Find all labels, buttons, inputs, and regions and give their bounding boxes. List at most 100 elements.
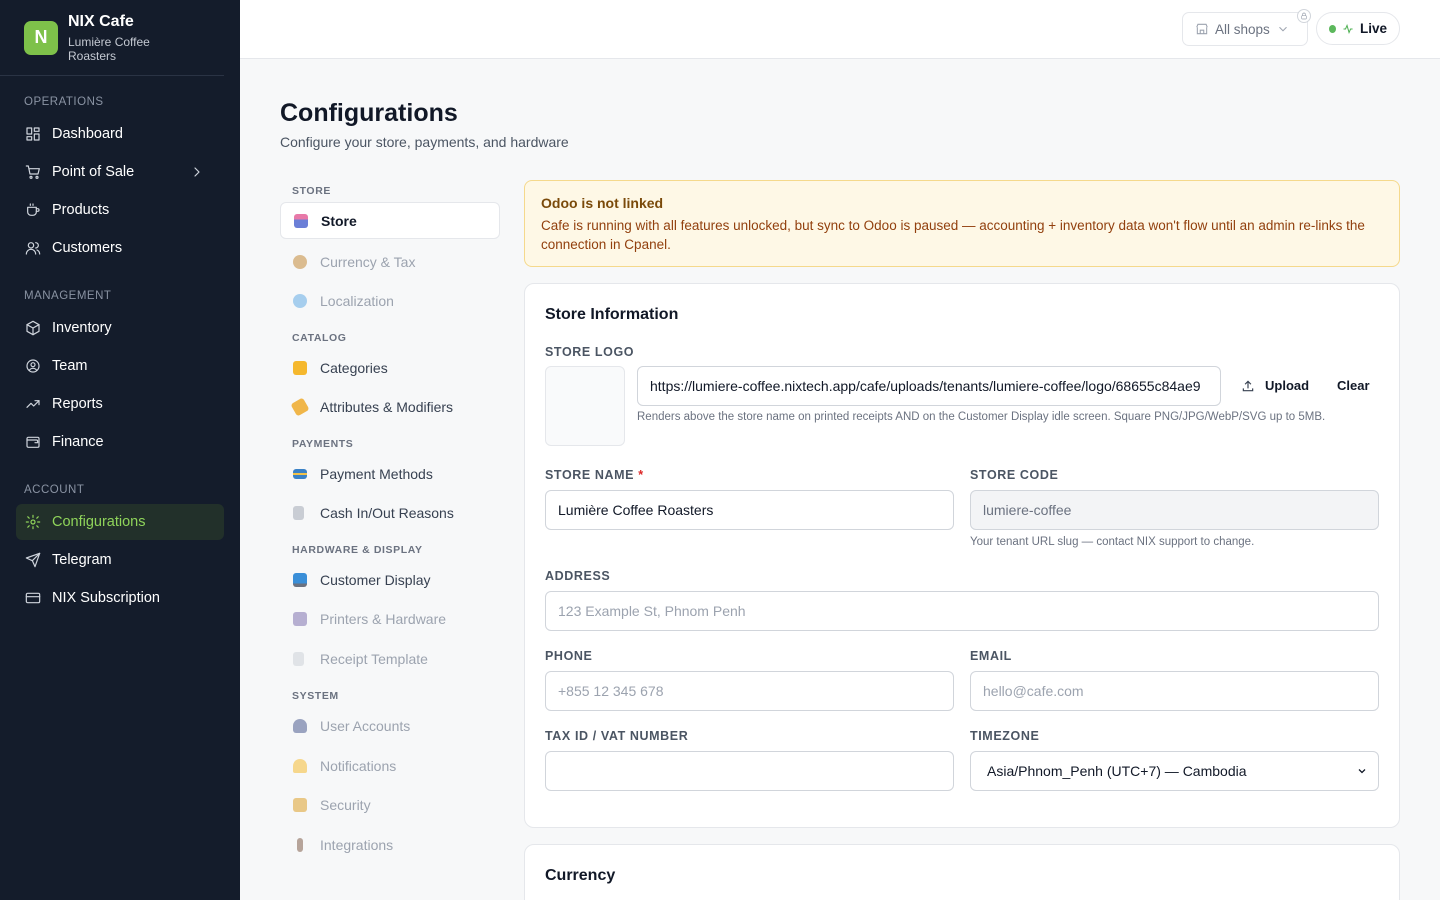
subnav-item-attributes-modifiers[interactable]: Attributes & Modifiers	[280, 388, 500, 425]
subnav-item-label: Customer Display	[320, 571, 431, 588]
store-name-label: STORE NAME *	[545, 468, 644, 482]
bell-icon	[293, 758, 307, 773]
sidebar-item-label: Finance	[52, 434, 104, 450]
sidebar-item-point-of-sale[interactable]: Point of Sale	[16, 154, 224, 190]
tax-id-input[interactable]	[545, 751, 954, 791]
subnav-item-label: Localization	[320, 292, 394, 309]
logo-url-input[interactable]: https://lumiere-coffee.nixtech.app/cafe/…	[637, 366, 1221, 406]
subnav-item-label: Store	[321, 212, 357, 229]
coffee-cup-icon	[24, 201, 42, 219]
sidebar-item-telegram[interactable]: Telegram	[16, 542, 224, 578]
brand-name: NIX Cafe	[68, 12, 134, 30]
users-icon	[24, 239, 42, 257]
nav-section-management: MANAGEMENT	[24, 290, 112, 302]
email-input[interactable]: hello@cafe.com	[970, 671, 1379, 711]
subnav-item-label: Notifications	[320, 757, 397, 774]
address-input[interactable]: 123 Example St, Phnom Penh	[545, 591, 1379, 631]
dashboard-icon	[24, 125, 42, 143]
subnav-item-label: Cash In/Out Reasons	[320, 504, 454, 521]
document-icon	[293, 651, 304, 666]
store-name-input[interactable]: Lumière Coffee Roasters	[545, 490, 954, 530]
subnav-item-label: Receipt Template	[320, 650, 428, 667]
send-icon	[24, 551, 42, 569]
sidebar-item-reports[interactable]: Reports	[16, 386, 224, 422]
logo-hint: Renders above the store name on printed …	[637, 411, 1326, 423]
subnav-item-localization[interactable]: Localization	[280, 282, 500, 319]
subnav-item-label: Currency & Tax	[320, 253, 416, 270]
brand-header[interactable]: N NIX Cafe Lumière Coffee Roasters	[0, 0, 224, 76]
sidebar-item-label: Products	[52, 202, 110, 218]
subnav-item-label: Security	[320, 796, 371, 813]
store-code-input: lumiere-coffee	[970, 490, 1379, 530]
subnav-item-label: User Accounts	[320, 717, 411, 734]
sidebar-item-label: Point of Sale	[52, 164, 135, 180]
receipt-icon	[293, 505, 304, 520]
brand-logo: N	[24, 20, 58, 55]
subnav-item-notifications[interactable]: Notifications	[280, 747, 500, 784]
sidebar-item-inventory[interactable]: Inventory	[16, 310, 224, 346]
subnav-item-security[interactable]: Security	[280, 786, 500, 823]
sidebar-item-label: Configurations	[52, 514, 146, 530]
box-icon	[24, 319, 42, 337]
address-label: ADDRESS	[545, 569, 611, 583]
money-bag-icon	[293, 254, 307, 269]
sidebar-item-label: NIX Subscription	[52, 590, 160, 606]
subnav-item-cash-reasons[interactable]: Cash In/Out Reasons	[280, 494, 500, 531]
upload-button[interactable]: Upload	[1241, 378, 1309, 393]
subnav-item-label: Printers & Hardware	[320, 610, 447, 627]
chevron-down-icon	[1278, 26, 1287, 32]
brand-subtitle: Lumière Coffee Roasters	[68, 34, 150, 63]
store-information-card: Store Information STORE LOGO https://lum…	[524, 283, 1400, 828]
subnav-item-customer-display[interactable]: Customer Display	[280, 561, 500, 598]
subnav-item-label: Integrations	[320, 836, 394, 853]
card-title: Currency	[545, 867, 616, 884]
sidebar-item-customers[interactable]: Customers	[16, 230, 224, 266]
subnav-item-receipt-template[interactable]: Receipt Template	[280, 640, 500, 677]
subnav-item-label: Payment Methods	[320, 465, 433, 482]
timezone-select[interactable]: Asia/Phnom_Penh (UTC+7) — Cambodia	[970, 751, 1379, 791]
tag-icon	[290, 396, 310, 417]
lock-icon	[1297, 9, 1311, 23]
live-status-badge[interactable]: Live	[1316, 12, 1400, 45]
folder-icon	[293, 360, 307, 375]
gear-icon	[24, 513, 42, 531]
phone-input[interactable]: +855 12 345 678	[545, 671, 954, 711]
subnav-section-store: STORE	[292, 185, 331, 197]
shop-selector[interactable]: All shops	[1182, 12, 1308, 46]
clear-button[interactable]: Clear	[1337, 378, 1370, 393]
card-icon	[24, 589, 42, 607]
subnav-item-user-accounts[interactable]: User Accounts	[280, 707, 500, 744]
store-icon	[1196, 23, 1208, 35]
subnav-item-payment-methods[interactable]: Payment Methods	[280, 455, 500, 492]
user-circle-icon	[24, 357, 42, 375]
sidebar-item-label: Reports	[52, 396, 103, 412]
trend-icon	[24, 395, 42, 413]
subnav-item-store[interactable]: Store	[280, 202, 500, 239]
store-code-hint: Your tenant URL slug — contact NIX suppo…	[970, 536, 1255, 548]
currency-card: Currency	[524, 844, 1400, 900]
subnav-section-system: SYSTEM	[292, 690, 339, 702]
subnav-item-printers-hardware[interactable]: Printers & Hardware	[280, 600, 500, 637]
subnav-section-catalog: CATALOG	[292, 332, 347, 344]
store-logo-label: STORE LOGO	[545, 345, 635, 359]
subnav-item-categories[interactable]: Categories	[280, 349, 500, 386]
settings-subnav: STORE Store Currency & Tax Localization …	[280, 180, 500, 863]
subnav-item-integrations[interactable]: Integrations	[280, 826, 500, 863]
plug-icon	[297, 837, 303, 852]
subnav-item-currency-tax[interactable]: Currency & Tax	[280, 243, 500, 280]
upload-label: Upload	[1265, 378, 1310, 393]
top-bar: All shops Live	[240, 0, 1440, 59]
sidebar: N NIX Cafe Lumière Coffee Roasters OPERA…	[0, 0, 240, 900]
sidebar-item-team[interactable]: Team	[16, 348, 224, 384]
sidebar-item-label: Customers	[52, 240, 123, 256]
page-title: Configurations	[280, 99, 458, 127]
sidebar-item-configurations[interactable]: Configurations	[16, 504, 224, 540]
nav-section-account: ACCOUNT	[24, 484, 85, 496]
sidebar-item-products[interactable]: Products	[16, 192, 224, 228]
sidebar-item-finance[interactable]: Finance	[16, 424, 224, 460]
sidebar-item-nix-subscription[interactable]: NIX Subscription	[16, 580, 224, 616]
sidebar-item-dashboard[interactable]: Dashboard	[16, 116, 224, 152]
store-icon	[294, 213, 308, 228]
subnav-item-label: Attributes & Modifiers	[320, 398, 454, 415]
logo-preview[interactable]	[545, 366, 625, 446]
